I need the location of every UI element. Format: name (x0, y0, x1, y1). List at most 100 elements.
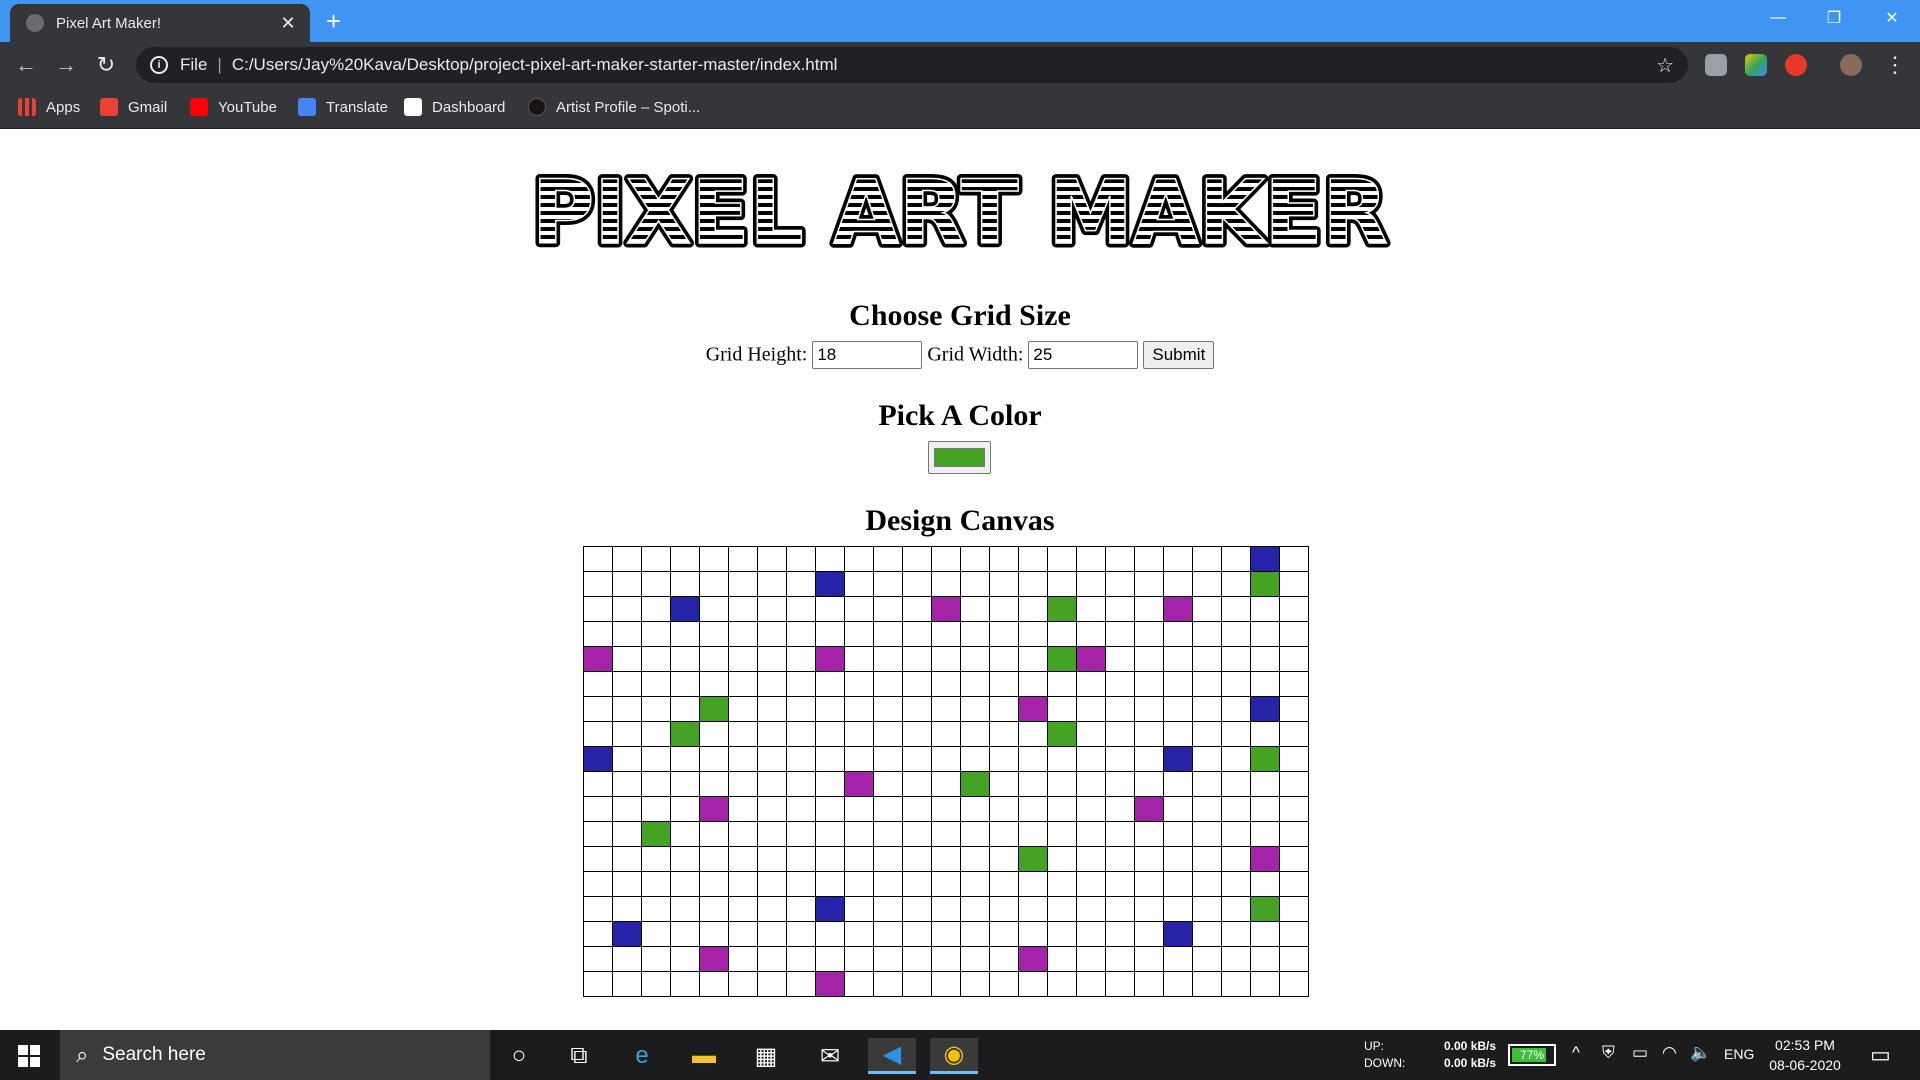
canvas-pixel[interactable] (1047, 896, 1077, 922)
canvas-pixel[interactable] (1134, 771, 1164, 797)
restore-button[interactable]: ❐ (1806, 0, 1862, 36)
canvas-pixel[interactable] (989, 821, 1019, 847)
canvas-pixel[interactable] (1192, 896, 1222, 922)
canvas-pixel[interactable] (844, 621, 874, 647)
canvas-pixel[interactable] (786, 721, 816, 747)
canvas-pixel[interactable] (641, 821, 671, 847)
canvas-pixel[interactable] (1076, 971, 1106, 997)
battery-icon[interactable]: ▭ (1632, 1043, 1648, 1063)
canvas-pixel[interactable] (786, 796, 816, 822)
canvas-pixel[interactable] (1076, 671, 1106, 697)
canvas-pixel[interactable] (1163, 646, 1193, 672)
canvas-pixel[interactable] (1018, 671, 1048, 697)
canvas-pixel[interactable] (1221, 946, 1251, 972)
canvas-pixel[interactable] (1134, 746, 1164, 772)
address-bar[interactable]: i File | C:/Users/Jay%20Kava/Desktop/pro… (136, 47, 1688, 83)
canvas-pixel[interactable] (1076, 946, 1106, 972)
canvas-pixel[interactable] (1279, 721, 1309, 747)
canvas-pixel[interactable] (670, 921, 700, 947)
canvas-pixel[interactable] (1134, 646, 1164, 672)
canvas-pixel[interactable] (670, 596, 700, 622)
canvas-pixel[interactable] (989, 796, 1019, 822)
canvas-pixel[interactable] (931, 571, 961, 597)
canvas-pixel[interactable] (670, 871, 700, 897)
bookmark-star-icon[interactable]: ☆ (1656, 53, 1674, 78)
canvas-pixel[interactable] (1221, 596, 1251, 622)
canvas-pixel[interactable] (1163, 721, 1193, 747)
canvas-pixel[interactable] (1163, 571, 1193, 597)
canvas-pixel[interactable] (1047, 871, 1077, 897)
canvas-pixel[interactable] (1192, 596, 1222, 622)
canvas-pixel[interactable] (1076, 696, 1106, 722)
canvas-pixel[interactable] (1279, 946, 1309, 972)
canvas-pixel[interactable] (844, 871, 874, 897)
canvas-pixel[interactable] (1192, 971, 1222, 997)
canvas-pixel[interactable] (931, 821, 961, 847)
canvas-pixel[interactable] (641, 946, 671, 972)
canvas-pixel[interactable] (1250, 696, 1280, 722)
canvas-pixel[interactable] (612, 971, 642, 997)
canvas-pixel[interactable] (1105, 846, 1135, 872)
canvas-pixel[interactable] (728, 896, 758, 922)
canvas-pixel[interactable] (989, 746, 1019, 772)
canvas-pixel[interactable] (699, 921, 729, 947)
canvas-pixel[interactable] (699, 771, 729, 797)
canvas-pixel[interactable] (1047, 596, 1077, 622)
security-shield-icon[interactable]: ⛨ (1602, 1043, 1615, 1063)
canvas-pixel[interactable] (583, 946, 613, 972)
canvas-pixel[interactable] (1163, 946, 1193, 972)
canvas-pixel[interactable] (786, 746, 816, 772)
canvas-pixel[interactable] (989, 771, 1019, 797)
canvas-pixel[interactable] (902, 796, 932, 822)
canvas-pixel[interactable] (1250, 596, 1280, 622)
canvas-pixel[interactable] (844, 846, 874, 872)
canvas-pixel[interactable] (989, 671, 1019, 697)
canvas-pixel[interactable] (612, 846, 642, 872)
canvas-pixel[interactable] (612, 746, 642, 772)
canvas-pixel[interactable] (1047, 546, 1077, 572)
canvas-pixel[interactable] (844, 671, 874, 697)
canvas-pixel[interactable] (1163, 896, 1193, 922)
canvas-pixel[interactable] (757, 621, 787, 647)
canvas-pixel[interactable] (1134, 796, 1164, 822)
canvas-pixel[interactable] (728, 771, 758, 797)
bookmark-dashboard[interactable]: Dashboard (404, 98, 505, 116)
canvas-pixel[interactable] (1250, 746, 1280, 772)
canvas-pixel[interactable] (612, 671, 642, 697)
canvas-pixel[interactable] (1134, 546, 1164, 572)
canvas-pixel[interactable] (815, 921, 845, 947)
canvas-pixel[interactable] (815, 546, 845, 572)
canvas-pixel[interactable] (786, 646, 816, 672)
wifi-icon[interactable]: ◠ (1662, 1043, 1677, 1063)
canvas-pixel[interactable] (1250, 871, 1280, 897)
canvas-pixel[interactable] (960, 746, 990, 772)
canvas-pixel[interactable] (583, 796, 613, 822)
canvas-pixel[interactable] (1076, 721, 1106, 747)
canvas-pixel[interactable] (670, 846, 700, 872)
back-arrow-icon[interactable]: ← (12, 52, 40, 78)
canvas-pixel[interactable] (931, 546, 961, 572)
canvas-pixel[interactable] (583, 646, 613, 672)
canvas-pixel[interactable] (612, 921, 642, 947)
canvas-pixel[interactable] (1250, 721, 1280, 747)
canvas-pixel[interactable] (1105, 696, 1135, 722)
canvas-pixel[interactable] (1279, 821, 1309, 847)
canvas-pixel[interactable] (844, 796, 874, 822)
canvas-pixel[interactable] (583, 621, 613, 647)
canvas-pixel[interactable] (815, 596, 845, 622)
canvas-pixel[interactable] (1047, 696, 1077, 722)
canvas-pixel[interactable] (583, 671, 613, 697)
canvas-pixel[interactable] (1134, 571, 1164, 597)
canvas-pixel[interactable] (1105, 746, 1135, 772)
canvas-pixel[interactable] (960, 771, 990, 797)
canvas-pixel[interactable] (757, 921, 787, 947)
canvas-pixel[interactable] (873, 871, 903, 897)
canvas-pixel[interactable] (670, 746, 700, 772)
color-picker[interactable] (928, 441, 991, 474)
canvas-pixel[interactable] (1163, 671, 1193, 697)
canvas-pixel[interactable] (786, 821, 816, 847)
canvas-pixel[interactable] (612, 646, 642, 672)
canvas-pixel[interactable] (815, 796, 845, 822)
canvas-pixel[interactable] (1192, 571, 1222, 597)
canvas-pixel[interactable] (815, 771, 845, 797)
